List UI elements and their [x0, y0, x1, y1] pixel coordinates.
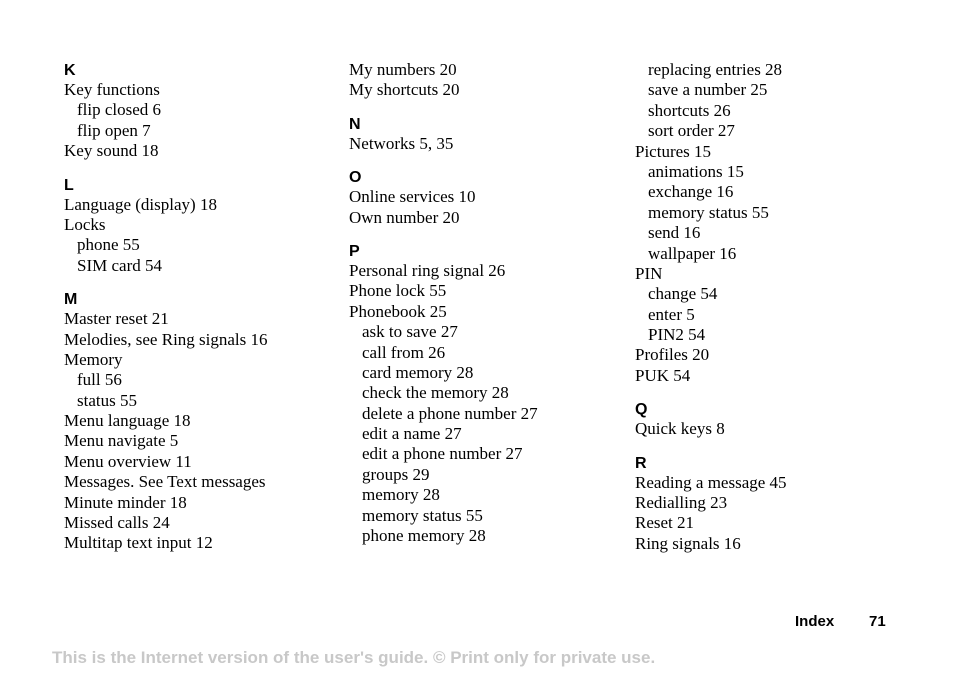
index-entry: Networks 5, 35 [349, 133, 454, 153]
index-entry: Personal ring signal 26 [349, 260, 506, 280]
index-subentry: wallpaper 16 [648, 243, 737, 263]
index-letter-heading: N [349, 115, 361, 133]
index-entry: PIN [635, 263, 663, 283]
index-subentry: edit a name 27 [362, 424, 462, 444]
index-entry: Key sound 18 [64, 141, 159, 161]
index-entry: My numbers 20 [349, 60, 457, 79]
index-entry: Language (display) 18 [64, 194, 217, 214]
index-entry: Menu navigate 5 [64, 431, 179, 451]
index-entry: Menu overview 11 [64, 451, 192, 471]
index-subentry: full 56 [77, 370, 122, 390]
index-entry: Phonebook 25 [349, 301, 447, 321]
index-letter-heading: K [64, 62, 76, 79]
index-entry: My shortcuts 20 [349, 80, 460, 100]
index-column-3: replacing entries 28 save a number 25 shor… [635, 60, 915, 554]
index-subentry: exchange 16 [648, 182, 734, 202]
index-subentry: flip closed 6 [77, 100, 162, 120]
index-entry: Key functions [64, 80, 160, 99]
index-letter-heading: L [64, 176, 74, 194]
index-entry: Melodies, see Ring signals 16 [64, 329, 268, 349]
page-number: 71 [869, 613, 886, 630]
index-entry: Redialling 23 [635, 493, 728, 513]
index-entry: Memory [64, 349, 123, 369]
index-subentry: edit a phone number 27 [362, 444, 523, 464]
index-subentry: PIN2 54 [648, 325, 706, 345]
index-subentry: call from 26 [362, 342, 446, 362]
index-subentry: enter 5 [648, 304, 695, 324]
internet-version-notice: This is the Internet version of the user… [52, 648, 656, 667]
index-entry: Menu language 18 [64, 411, 191, 431]
index-subentry: phone 55 [77, 235, 140, 255]
index-entry: Missed calls 24 [64, 513, 170, 533]
index-entry: Ring signals 16 [635, 533, 741, 553]
index-letter-heading: P [349, 242, 360, 260]
index-entry: PUK 54 [635, 365, 691, 385]
index-column-1: K Key functions flip closed 6 flip open 7 Ke… [64, 60, 344, 554]
index-letter-heading: R [635, 454, 647, 472]
index-entry: Online services 10 [349, 187, 476, 207]
index-entry: Locks [64, 214, 106, 234]
index-subentry: memory 28 [362, 485, 440, 505]
index-subentry: replacing entries 28 [648, 60, 783, 79]
index-subentry: status 55 [77, 390, 137, 410]
index-entry: Reading a message 45 [635, 472, 787, 492]
index-entry: Phone lock 55 [349, 281, 447, 301]
index-subentry: animations 15 [648, 161, 744, 181]
index-entry: Pictures 15 [635, 141, 712, 161]
index-entry: Quick keys 8 [635, 419, 725, 439]
index-subentry: shortcuts 26 [648, 100, 731, 120]
index-subentry: card memory 28 [362, 362, 474, 382]
index-entry: Messages. See Text messages [64, 472, 266, 492]
index-subentry: memory status 55 [648, 202, 769, 222]
index-letter-heading: M [64, 291, 78, 309]
index-letter-heading: Q [635, 401, 648, 419]
index-subentry: groups 29 [362, 464, 430, 484]
index-subentry: delete a phone number 27 [362, 403, 538, 423]
index-subentry: memory status 55 [362, 505, 483, 525]
index-subentry: sort order 27 [648, 121, 735, 141]
index-subentry: change 54 [648, 284, 718, 304]
index-subentry: send 16 [648, 223, 701, 243]
index-entry: Own number 20 [349, 207, 460, 227]
index-subentry: SIM card 54 [77, 255, 162, 275]
footer-section-label: Index [795, 613, 835, 630]
index-subentry: phone memory 28 [362, 526, 486, 546]
index-entry: Reset 21 [635, 513, 695, 533]
index-entry: Multitap text input 12 [64, 533, 213, 553]
index-subentry: ask to save 27 [362, 322, 458, 342]
index-letter-heading: O [349, 169, 362, 187]
index-column-2: My numbers 20 My shortcuts 20 N Networks 5,… [349, 60, 629, 546]
index-subentry: check the memory 28 [362, 383, 509, 403]
index-entry: Profiles 20 [635, 345, 710, 365]
index-entry: Master reset 21 [64, 309, 169, 329]
index-entry: Minute minder 18 [64, 492, 187, 512]
index-subentry: save a number 25 [648, 80, 768, 100]
index-subentry: flip open 7 [77, 120, 151, 140]
